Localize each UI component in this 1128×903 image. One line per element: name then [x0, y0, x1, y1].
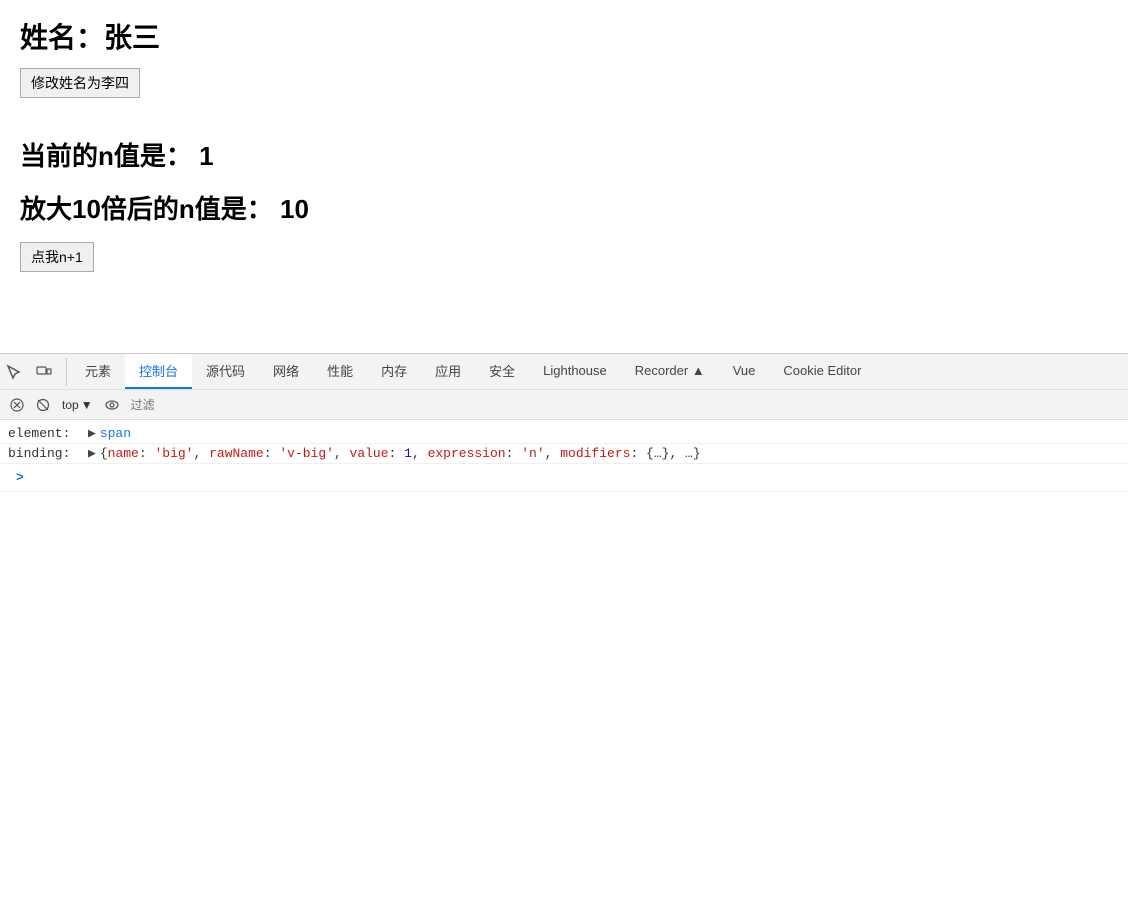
devtools-tab-security[interactable]: 安全 [475, 354, 529, 389]
value-val: 1 [404, 446, 412, 461]
devtools-tab-memory[interactable]: 内存 [367, 354, 421, 389]
devtools-tab-application[interactable]: 应用 [421, 354, 475, 389]
n-value: 1 [199, 141, 213, 171]
rawname-val: 'v-big' [279, 446, 334, 461]
devtools-tab-vue[interactable]: Vue [719, 354, 770, 389]
name-heading: 姓名：张三 [20, 16, 1108, 56]
devtools-panel: 元素 控制台 源代码 网络 性能 内存 应用 安全 Lighthouse Rec… [0, 353, 1128, 903]
n-big-label: 放大10倍后的n值是： [20, 194, 273, 224]
expression-key: expression [428, 446, 506, 461]
binding-expand-triangle[interactable]: ▶ [88, 446, 96, 461]
console-prompt-icon: > [8, 466, 32, 489]
clear-console-button[interactable] [6, 394, 28, 416]
devtools-tab-console[interactable]: 控制台 [125, 354, 192, 389]
devtools-tab-elements[interactable]: 元素 [71, 354, 125, 389]
modifiers-key: modifiers [560, 446, 630, 461]
console-row-element: element: ▶ span [0, 424, 1128, 444]
devtools-tab-cookie-editor[interactable]: Cookie Editor [769, 354, 875, 389]
devtools-tab-performance[interactable]: 性能 [313, 354, 367, 389]
n-big-value: 10 [280, 194, 309, 224]
context-dropdown[interactable]: top ▼ [58, 396, 97, 414]
console-output: element: ▶ span binding: ▶ {name: 'big',… [0, 420, 1128, 496]
context-label: top [62, 398, 79, 412]
stop-recording-button[interactable] [32, 394, 54, 416]
devtools-secondary-toolbar: top ▼ [0, 390, 1128, 420]
devtools-tab-bar: 元素 控制台 源代码 网络 性能 内存 应用 安全 Lighthouse Rec… [0, 354, 1128, 390]
devtools-tab-lighthouse[interactable]: Lighthouse [529, 354, 621, 389]
eye-icon-button[interactable] [101, 394, 123, 416]
value-key: value [350, 446, 389, 461]
devtools-tab-recorder[interactable]: Recorder ▲ [621, 354, 719, 389]
console-prompt-row: > [0, 464, 1128, 492]
inspect-element-button[interactable] [0, 358, 28, 386]
n-value-heading: 当前的n值是： 1 [20, 136, 1108, 173]
expression-val: 'n' [521, 446, 544, 461]
binding-value[interactable]: {name: 'big', rawName: 'v-big', value: 1… [100, 446, 701, 461]
page-content: 姓名：张三 修改姓名为李四 当前的n值是： 1 放大10倍后的n值是： 10 点… [0, 0, 1128, 288]
element-expand-triangle[interactable]: ▶ [88, 426, 96, 441]
name-val: 'big' [154, 446, 193, 461]
devtools-tab-sources[interactable]: 源代码 [192, 354, 259, 389]
console-row-binding: binding: ▶ {name: 'big', rawName: 'v-big… [0, 444, 1128, 464]
devtools-toolbar-left [0, 358, 67, 386]
click-n-button[interactable]: 点我n+1 [20, 242, 94, 272]
rawname-key: rawName [209, 446, 264, 461]
console-filter-input[interactable] [127, 395, 1122, 415]
element-key: element: [8, 426, 88, 441]
modify-name-button[interactable]: 修改姓名为李四 [20, 68, 140, 98]
element-value[interactable]: span [100, 426, 131, 441]
n-value-label: 当前的n值是： [20, 141, 192, 171]
devtools-tab-network[interactable]: 网络 [259, 354, 313, 389]
n-big-heading: 放大10倍后的n值是： 10 [20, 189, 1108, 226]
device-toolbar-button[interactable] [30, 358, 58, 386]
dropdown-arrow-icon: ▼ [81, 398, 93, 412]
name-key: name [108, 446, 139, 461]
binding-key: binding: [8, 446, 88, 461]
